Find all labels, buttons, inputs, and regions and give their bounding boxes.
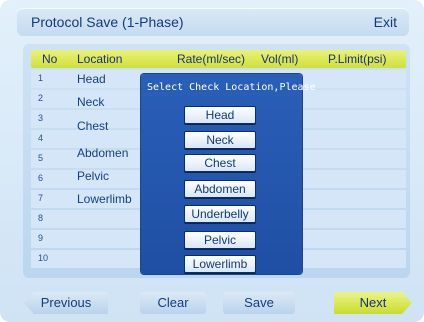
- save-button[interactable]: Save: [223, 292, 295, 314]
- exit-button[interactable]: Exit: [374, 14, 397, 30]
- option-pelvic-button[interactable]: Pelvic: [184, 231, 256, 249]
- title-bar: Protocol Save (1-Phase) Exit: [17, 8, 409, 36]
- row-number: 9: [38, 233, 44, 243]
- option-neck-button[interactable]: Neck: [184, 131, 256, 149]
- option-abdomen-button[interactable]: Abdomen: [184, 180, 256, 198]
- row-number: 7: [38, 193, 44, 203]
- protocol-save-screen: Protocol Save (1-Phase) Exit No Location…: [0, 0, 424, 322]
- select-location-popup: Select Check Location,Please Head Neck C…: [141, 74, 316, 274]
- row-number: 1: [38, 73, 44, 83]
- row-number: 4: [38, 133, 44, 143]
- previous-button[interactable]: Previous: [24, 292, 108, 314]
- column-header-pressure-limit: P.Limit(psi): [328, 52, 387, 66]
- option-head-button[interactable]: Head: [184, 106, 256, 124]
- option-underbelly-button[interactable]: Underbelly: [184, 205, 256, 223]
- next-button[interactable]: Next: [334, 292, 412, 314]
- column-header-rate: Rate(ml/sec): [177, 52, 246, 66]
- option-chest-button[interactable]: Chest: [184, 154, 256, 172]
- row-number: 8: [38, 213, 44, 223]
- page-title: Protocol Save (1-Phase): [31, 14, 184, 30]
- column-header-no: No: [42, 52, 58, 66]
- table-header-row: No Location Rate(ml/sec) Vol(ml) P.Limit…: [31, 50, 406, 68]
- clear-button[interactable]: Clear: [140, 292, 206, 314]
- row-number: 6: [38, 173, 44, 183]
- row-number: 10: [38, 253, 49, 263]
- row-number: 5: [38, 153, 44, 163]
- column-header-location: Location: [77, 52, 123, 66]
- row-number: 2: [38, 93, 44, 103]
- popup-title: Select Check Location,Please: [147, 82, 316, 93]
- column-header-volume: Vol(ml): [261, 52, 299, 66]
- row-number: 3: [38, 113, 44, 123]
- option-lowerlimb-button[interactable]: Lowerlimb: [184, 255, 256, 273]
